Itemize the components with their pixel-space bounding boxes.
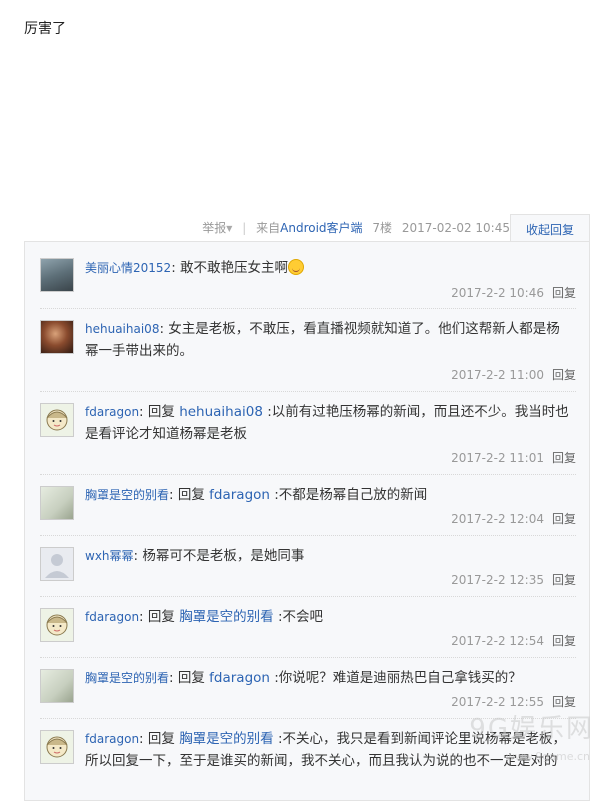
- caret-down-icon[interactable]: ▼: [226, 224, 232, 233]
- avatar[interactable]: [40, 486, 74, 520]
- username-link[interactable]: 美丽心情20152: [85, 261, 171, 275]
- report-link[interactable]: 举报▼: [202, 221, 232, 235]
- reply-time: 2017-2-2 10:46: [451, 286, 544, 300]
- cartoon-girl-icon: [46, 614, 68, 636]
- post-text: 厉害了: [24, 21, 66, 37]
- cartoon-girl-icon: [46, 409, 68, 431]
- avatar[interactable]: [40, 608, 74, 642]
- floor-number: 7楼: [372, 221, 393, 235]
- reply-word-label: 回复: [177, 487, 205, 503]
- reply-time: 2017-2-2 12:55: [451, 695, 544, 709]
- avatar[interactable]: [40, 320, 74, 354]
- username-link[interactable]: 胸罩是空的别看: [85, 488, 169, 502]
- reply-word-label: 回复: [147, 609, 175, 625]
- list-item: wxh幂幂: 杨幂可不是老板，是她同事 2017-2-2 12:35 回复: [40, 535, 576, 597]
- reply-content: 胸罩是空的别看: 回复 fdaragon :你说呢？难道是迪丽热巴自己拿钱买的？: [85, 667, 571, 689]
- username-link[interactable]: fdaragon: [85, 732, 139, 746]
- reply-button[interactable]: 回复: [552, 286, 576, 300]
- reply-content: 胸罩是空的别看: 回复 fdaragon :不都是杨幂自己放的新闻: [85, 484, 571, 506]
- reply-time: 2017-2-2 12:04: [451, 512, 544, 526]
- watermark-logo: 9G娱乐网: [469, 714, 594, 744]
- reply-time: 2017-2-2 12:54: [451, 634, 544, 648]
- watermark-url: www.9game.cn: [505, 750, 590, 763]
- reply-button[interactable]: 回复: [552, 573, 576, 587]
- reply-text: :不会吧: [273, 609, 324, 625]
- reply-text: :你说呢？难道是迪丽热巴自己拿钱买的？: [269, 670, 522, 686]
- reply-word: :: [169, 670, 178, 686]
- reply-button[interactable]: 回复: [552, 695, 576, 709]
- reply-word-label: 回复: [177, 670, 205, 686]
- avatar[interactable]: [40, 258, 74, 292]
- reply-text: : 杨幂可不是老板，是她同事: [133, 548, 305, 564]
- reply-time: 2017-2-2 12:35: [451, 573, 544, 587]
- reply-content: fdaragon: 回复 hehuaihai08 :以前有过艳压杨幂的新闻，而且…: [85, 401, 571, 445]
- cartoon-girl-icon: [46, 736, 68, 758]
- reply-time: 2017-2-2 11:00: [451, 368, 544, 382]
- username-link[interactable]: hehuaihai08: [85, 322, 159, 336]
- target-user-link[interactable]: 胸罩是空的别看: [179, 609, 274, 625]
- reply-content: fdaragon: 回复 胸罩是空的别看 :不会吧: [85, 606, 571, 628]
- target-user-link[interactable]: fdaragon: [209, 670, 270, 686]
- reply-button[interactable]: 回复: [552, 451, 576, 465]
- collapse-replies-button[interactable]: 收起回复: [510, 214, 590, 242]
- reply-footer: 2017-2-2 12:54 回复: [451, 632, 576, 649]
- username-link[interactable]: wxh幂幂: [85, 549, 134, 563]
- reply-word: :: [169, 487, 178, 503]
- reply-footer: 2017-2-2 12:35 回复: [451, 571, 576, 588]
- reply-time: 2017-2-2 11:01: [451, 451, 544, 465]
- post-meta: 举报▼ | 来自Android客户端 7楼 2017-02-02 10:45: [0, 214, 510, 242]
- reply-word: :: [139, 609, 148, 625]
- reply-text: :不都是杨幂自己放的新闻: [269, 487, 428, 503]
- username-link[interactable]: fdaragon: [85, 610, 139, 624]
- report-label[interactable]: 举报: [202, 221, 226, 235]
- default-user-icon: [45, 554, 69, 578]
- avatar[interactable]: [40, 547, 74, 581]
- target-user-link[interactable]: fdaragon: [209, 487, 270, 503]
- reply-word: :: [139, 731, 148, 747]
- username-link[interactable]: 胸罩是空的别看: [85, 671, 169, 685]
- list-item: fdaragon: 回复 hehuaihai08 :以前有过艳压杨幂的新闻，而且…: [40, 391, 576, 475]
- reply-content: hehuaihai08: 女主是老板，不敢压，看直播视频就知道了。他们这帮新人都…: [85, 318, 571, 362]
- source-prefix: 来自: [256, 221, 281, 235]
- reply-button[interactable]: 回复: [552, 634, 576, 648]
- list-item: fdaragon: 回复 胸罩是空的别看 :不会吧 2017-2-2 12:54…: [40, 596, 576, 658]
- list-item: 美丽心情20152: 敢不敢艳压女主啊 2017-2-2 10:46 回复: [40, 242, 576, 309]
- post-datetime: 2017-02-02 10:45: [401, 221, 510, 235]
- avatar[interactable]: [40, 403, 74, 437]
- reply-button[interactable]: 回复: [552, 368, 576, 382]
- smile-emoji-icon: [288, 259, 305, 275]
- reply-word-label: 回复: [147, 404, 175, 420]
- target-user-link[interactable]: 胸罩是空的别看: [179, 731, 274, 747]
- list-item: hehuaihai08: 女主是老板，不敢压，看直播视频就知道了。他们这帮新人都…: [40, 308, 576, 392]
- reply-content: wxh幂幂: 杨幂可不是老板，是她同事: [85, 545, 571, 567]
- reply-footer: 2017-2-2 10:46 回复: [451, 284, 576, 301]
- avatar[interactable]: [40, 669, 74, 703]
- reply-footer: 2017-2-2 11:01 回复: [451, 449, 576, 466]
- avatar[interactable]: [40, 730, 74, 764]
- reply-footer: 2017-2-2 11:00 回复: [451, 366, 576, 383]
- divider: |: [242, 221, 247, 235]
- reply-content: 美丽心情20152: 敢不敢艳压女主啊: [85, 257, 571, 279]
- username-link[interactable]: fdaragon: [85, 405, 139, 419]
- reply-text: : 敢不敢艳压女主啊: [171, 260, 289, 276]
- reply-button[interactable]: 回复: [552, 512, 576, 526]
- target-user-link[interactable]: hehuaihai08: [179, 404, 263, 420]
- list-item: 胸罩是空的别看: 回复 fdaragon :不都是杨幂自己放的新闻 2017-2…: [40, 474, 576, 536]
- source-client-link[interactable]: Android客户端: [280, 221, 362, 235]
- reply-footer: 2017-2-2 12:04 回复: [451, 510, 576, 527]
- reply-word-label: 回复: [147, 731, 175, 747]
- reply-word: :: [139, 404, 148, 420]
